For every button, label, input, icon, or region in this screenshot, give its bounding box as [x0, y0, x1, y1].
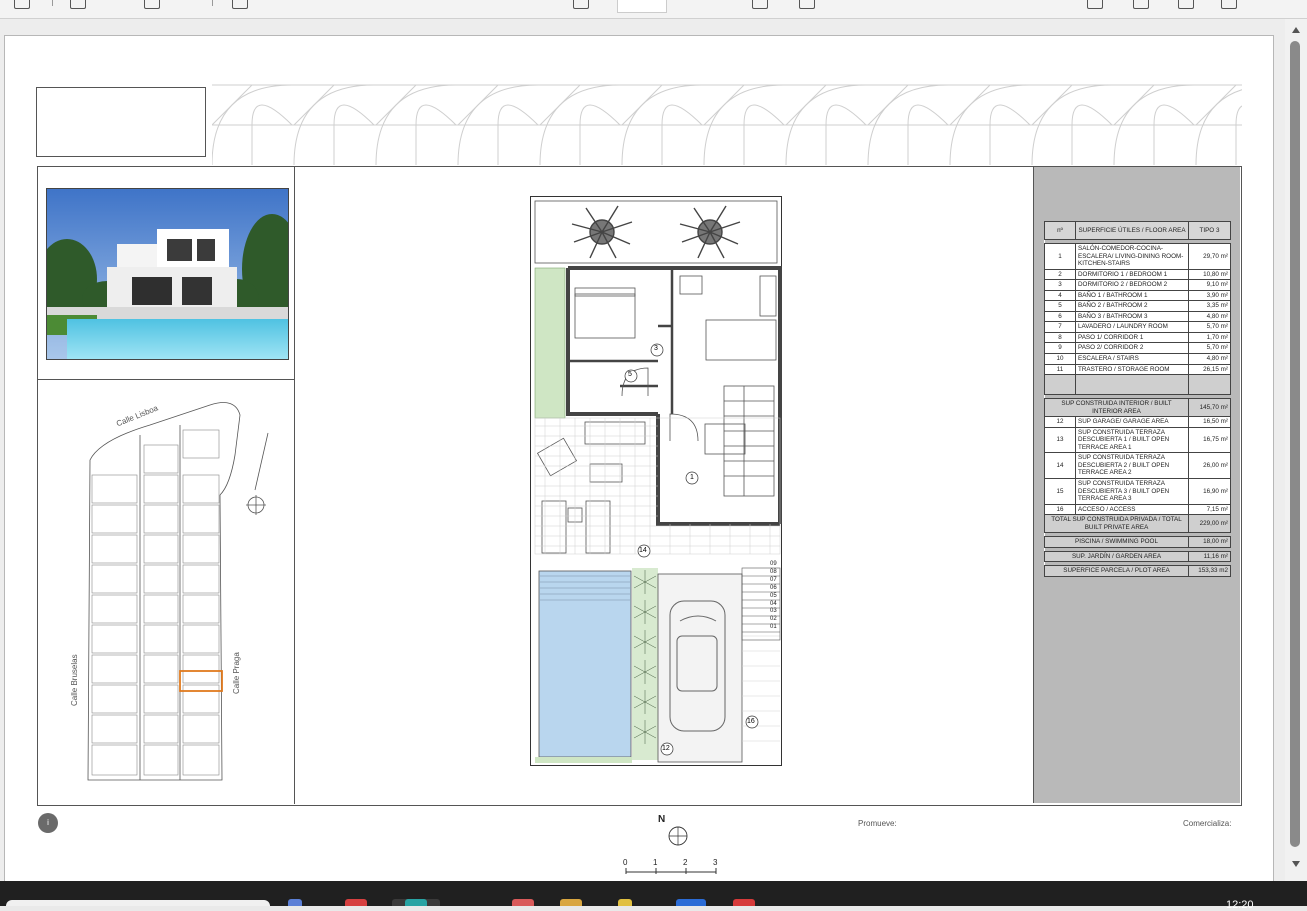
table-row: 10 ESCALERA / STAIRS 4,80 m²	[1044, 353, 1231, 365]
table-row: 12 SUP GARAGE/ GARAGE AREA 16,50 m²	[1044, 416, 1231, 428]
area-table: nº SUPERFICIE ÚTILES / FLOOR AREA TIPO 3…	[1044, 221, 1231, 577]
pool-row: PISCINA / SWIMMING POOL 18,00 m²	[1044, 536, 1231, 548]
toolbar-separator	[52, 0, 53, 6]
site-location-map	[87, 402, 269, 781]
room-marker-3: 3	[654, 345, 658, 352]
page-number-input[interactable]	[617, 0, 667, 13]
decorative-pattern	[212, 84, 1242, 166]
north-arrow-icon	[668, 826, 688, 846]
pdf-toolbar	[0, 0, 1307, 19]
stair-step: 01	[770, 624, 777, 631]
col-type: TIPO 3	[1188, 221, 1231, 240]
word-icon[interactable]	[676, 899, 706, 906]
draw-icon[interactable]	[70, 0, 86, 9]
mail-icon[interactable]	[405, 899, 427, 906]
total-private-row: TOTAL SUP CONSTRUIDA PRIVADA / TOTAL BUI…	[1044, 514, 1231, 534]
table-row: 11 TRASTERO / STORAGE ROOM 26,15 m²	[1044, 363, 1231, 376]
settings-icon[interactable]	[1221, 0, 1237, 9]
fit-page-icon[interactable]	[799, 0, 815, 9]
garden-row: SUP. JARDÍN / GARDEN AREA 11,16 m²	[1044, 550, 1231, 563]
table-row: 9 PASO 2/ CORRIDOR 2 5,70 m²	[1044, 342, 1231, 354]
street-label-praga: Calle Praga	[232, 652, 241, 694]
table-row: 14 SUP CONSTRUIDA TERRAZA DESCUBIERTA 2 /…	[1044, 452, 1231, 480]
table-row: 6 BAÑO 3 / BATHROOM 3 4,80 m²	[1044, 310, 1231, 323]
table-row: 16 ACCESO / ACCESS 7,15 m²	[1044, 503, 1231, 516]
table-row: 8 PASO 1/ CORRIDOR 1 1,70 m²	[1044, 331, 1231, 344]
scale-tick: 0	[623, 858, 628, 867]
villa-render-image	[46, 188, 289, 360]
room-marker-16: 16	[747, 718, 755, 725]
taskbar: 12:20	[0, 881, 1307, 911]
vertical-scrollbar[interactable]	[1285, 19, 1307, 881]
stair-step: 08	[770, 568, 777, 575]
zoom-out-icon[interactable]	[573, 0, 589, 9]
table-row: 3 DORMITORIO 2 / BEDROOM 2 9,10 m²	[1044, 279, 1231, 291]
table-row: 5 BAÑO 2 / BATHROOM 2 3,35 m²	[1044, 300, 1231, 312]
col-num: nº	[1044, 221, 1076, 240]
table-row: 4 BAÑO 1 / BATHROOM 1 3,90 m²	[1044, 289, 1231, 302]
folder-icon[interactable]	[618, 899, 632, 906]
built-interior-row: SUP CONSTRUIDA INTERIOR / BUILT INTERIOR…	[1044, 398, 1231, 418]
marketer-label: Comercializa:	[1183, 819, 1232, 828]
toolbar-separator	[212, 0, 213, 6]
search-icon[interactable]	[1087, 0, 1103, 9]
stair-step: 02	[770, 616, 777, 623]
scale-tick: 3	[713, 858, 718, 867]
left-column-divider	[37, 379, 294, 380]
rotate-icon[interactable]	[752, 0, 768, 9]
menu-icon[interactable]	[14, 0, 30, 9]
highlight-icon[interactable]	[144, 0, 160, 9]
scroll-up-icon[interactable]	[1292, 27, 1300, 33]
edge-icon[interactable]	[345, 899, 367, 906]
table-row: 7 LAVADERO / LAUNDRY ROOM 5,70 m²	[1044, 321, 1231, 333]
print-icon[interactable]	[1133, 0, 1149, 9]
scale-tick: 1	[653, 858, 658, 867]
room-marker-5: 5	[628, 371, 632, 378]
info-icon: i	[38, 813, 58, 833]
room-marker-14: 14	[639, 547, 647, 554]
street-label-bruselas: Calle Bruselas	[70, 654, 79, 706]
chrome-icon[interactable]	[288, 899, 302, 906]
table-row: 2 DORMITORIO 1 / BEDROOM 1 10,80 m²	[1044, 268, 1231, 281]
col-area: SUPERFICIE ÚTILES / FLOOR AREA	[1075, 221, 1189, 240]
opera-icon[interactable]	[733, 899, 755, 906]
scale-tick: 2	[683, 858, 688, 867]
taskbar-clock[interactable]: 12:20	[1226, 899, 1254, 911]
scroll-down-icon[interactable]	[1292, 861, 1300, 867]
table-blank-row	[1044, 374, 1231, 396]
stair-step: 05	[770, 592, 777, 599]
scale-bar: 0 1 2 3	[620, 858, 730, 876]
stair-step: 09	[770, 561, 777, 567]
app-icon[interactable]	[560, 899, 582, 906]
table-row: 13 SUP CONSTRUIDA TERRAZA DESCUBIERTA 1 /…	[1044, 426, 1231, 454]
table-row: 1 SALÓN-COMEDOR-COCINA-ESCALERA/ LIVING-D…	[1044, 243, 1231, 270]
table-header: nº SUPERFICIE ÚTILES / FLOOR AREA TIPO 3	[1044, 221, 1231, 240]
scroll-thumb[interactable]	[1290, 41, 1300, 847]
save-icon[interactable]	[1178, 0, 1194, 9]
plot-row: SUPERFICE PARCELA / PLOT AREA 153,33 m2	[1044, 565, 1231, 577]
stair-step: 04	[770, 600, 777, 607]
table-row: 15 SUP CONSTRUIDA TERRAZA DESCUBIERTA 3 /…	[1044, 478, 1231, 505]
room-marker-1: 1	[690, 474, 694, 481]
floor-plan	[530, 196, 782, 766]
stair-step: 07	[770, 576, 777, 583]
stair-step: 06	[770, 584, 777, 591]
promoter-label: Promueve:	[858, 819, 897, 828]
taskbar-search[interactable]	[6, 900, 270, 906]
store-icon[interactable]	[512, 899, 534, 906]
room-marker-12: 12	[662, 745, 670, 752]
stair-step-numbers: 09 08 07 06 05 04 03 02 01	[770, 561, 777, 632]
logo-placeholder	[36, 87, 206, 157]
comment-icon[interactable]	[232, 0, 248, 9]
stair-step: 03	[770, 608, 777, 615]
